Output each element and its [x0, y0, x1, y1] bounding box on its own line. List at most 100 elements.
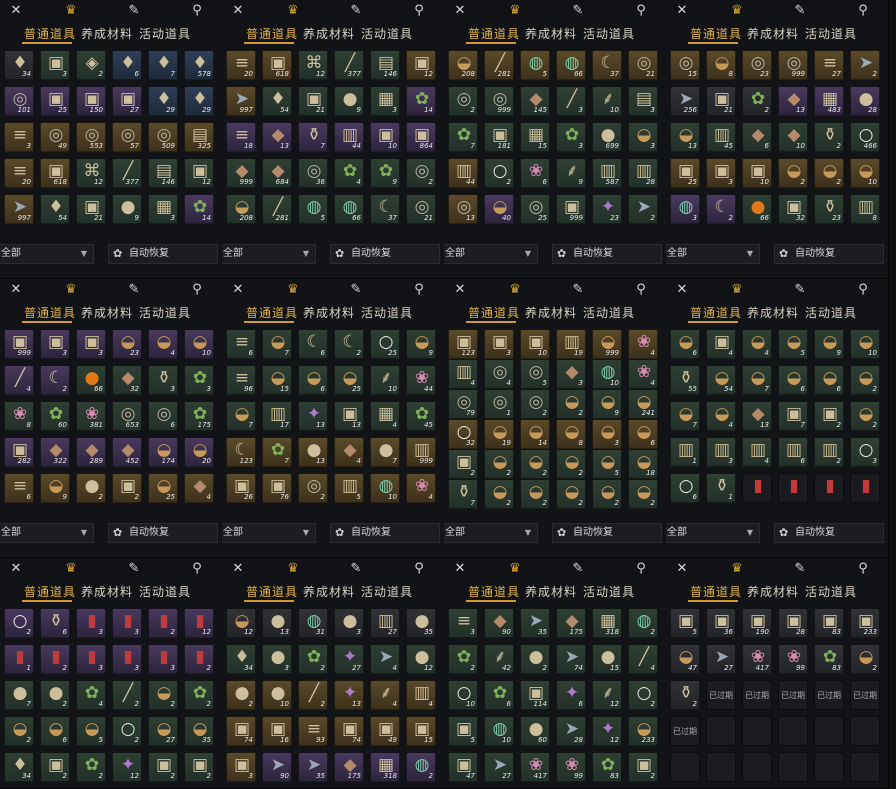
item-slot[interactable]: ◒ 6 — [670, 329, 700, 359]
scroll-brush-icon[interactable]: ✎ — [570, 3, 586, 19]
item-slot[interactable]: ● 10 — [262, 680, 292, 710]
item-slot[interactable]: ◎ 36 — [298, 158, 328, 188]
item-slot[interactable]: ◒ 15 — [262, 365, 292, 395]
item-slot[interactable]: ▦ 318 — [592, 608, 622, 638]
item-slot[interactable]: ➤ 4 — [370, 644, 400, 674]
scroll-brush-icon[interactable]: ✎ — [570, 282, 586, 298]
item-slot[interactable]: ♦ 7 — [148, 50, 178, 80]
item-slot[interactable]: ❀ 8 — [4, 401, 34, 431]
item-slot[interactable]: ● 35 — [406, 608, 436, 638]
item-slot[interactable]: ◎ 2 — [520, 389, 550, 419]
tab-3[interactable]: 活动道具 — [583, 22, 635, 46]
item-slot[interactable]: ❀ 6 — [520, 158, 550, 188]
item-slot[interactable]: ○ 2 — [112, 716, 142, 746]
item-slot[interactable]: ✿ 4 — [334, 158, 364, 188]
item-slot[interactable]: ◍ 66 — [556, 50, 586, 80]
item-slot[interactable]: ♦ 54 — [40, 194, 70, 224]
item-slot[interactable]: ● 7 — [370, 437, 400, 467]
item-slot[interactable]: ≡ 18 — [226, 122, 256, 152]
item-slot[interactable]: ▣ 2 — [112, 473, 142, 503]
item-slot[interactable]: ▮ — [742, 473, 772, 503]
item-slot[interactable]: ▣ 2 — [40, 752, 70, 782]
item-slot[interactable]: ❀ 99 — [778, 644, 808, 674]
item-slot[interactable]: 已过期 — [706, 680, 736, 710]
tab-2[interactable]: 养成材料 — [747, 580, 799, 604]
item-slot[interactable]: ◒ 208 — [226, 194, 256, 224]
item-slot[interactable]: ◒ 2 — [4, 716, 34, 746]
item-slot[interactable]: ≡ 20 — [226, 50, 256, 80]
item-slot[interactable]: ◒ 5 — [778, 329, 808, 359]
item-slot[interactable]: ◈ 2 — [76, 50, 106, 80]
item-slot[interactable]: ▣ 16 — [262, 716, 292, 746]
item-slot[interactable]: ▣ 864 — [406, 122, 436, 152]
item-slot[interactable]: ▣ 114 — [520, 680, 550, 710]
item-slot[interactable]: ○ 3 — [850, 437, 880, 467]
item-slot[interactable]: ▣ 2 — [448, 449, 478, 479]
item-slot[interactable]: ▥ 17 — [262, 401, 292, 431]
item-slot[interactable]: ⚱ 2 — [670, 680, 700, 710]
item-slot[interactable]: ● 15 — [592, 644, 622, 674]
coin-pouch-icon[interactable]: ♛ — [63, 561, 79, 577]
item-slot[interactable]: ◒ 9 — [814, 329, 844, 359]
coin-pouch-icon[interactable]: ♛ — [285, 282, 301, 298]
item-slot[interactable]: ◎ 6 — [148, 401, 178, 431]
item-slot[interactable]: ▣ 12 — [184, 158, 214, 188]
crossed-swords-icon[interactable]: ✕ — [452, 282, 468, 298]
item-slot[interactable]: ◒ 2 — [778, 158, 808, 188]
item-slot[interactable]: ▣ 999 — [556, 194, 586, 224]
item-slot[interactable]: ◒ 5 — [592, 449, 622, 479]
item-slot[interactable]: ⌘ 12 — [298, 50, 328, 80]
item-slot[interactable]: ◒ 25 — [334, 365, 364, 395]
item-slot[interactable]: ▦ 3 — [148, 194, 178, 224]
tab-2[interactable]: 养成材料 — [747, 301, 799, 325]
coin-pouch-icon[interactable]: ♛ — [63, 282, 79, 298]
coin-pouch-icon[interactable]: ♛ — [729, 282, 745, 298]
item-slot[interactable]: ▦ 483 — [814, 86, 844, 116]
item-slot[interactable]: ◒ 6 — [814, 365, 844, 395]
item-slot[interactable]: ▣ 76 — [262, 473, 292, 503]
item-slot[interactable]: ☾ 6 — [298, 329, 328, 359]
item-slot[interactable]: ✿ 3 — [556, 122, 586, 152]
item-slot[interactable]: ▣ 26 — [226, 473, 256, 503]
item-slot[interactable]: ▣ 4 — [706, 329, 736, 359]
keyhole-icon[interactable]: ⚲ — [189, 3, 205, 19]
item-slot[interactable]: ● 3 — [262, 644, 292, 674]
item-slot[interactable]: ▣ 3 — [40, 50, 70, 80]
item-slot[interactable]: ◎ 57 — [112, 122, 142, 152]
tab-3[interactable]: 活动道具 — [139, 301, 191, 325]
item-slot[interactable]: ▥ 587 — [592, 158, 622, 188]
item-slot[interactable]: ▣ 3 — [226, 752, 256, 782]
item-slot[interactable]: ☾ 2 — [334, 329, 364, 359]
item-slot[interactable]: ◒ 47 — [670, 644, 700, 674]
item-slot[interactable]: ▣ 74 — [334, 716, 364, 746]
item-slot[interactable]: ▦ 4 — [370, 401, 400, 431]
item-slot[interactable]: ✿ 4 — [76, 680, 106, 710]
item-slot[interactable]: ≡ 6 — [4, 473, 34, 503]
item-slot[interactable]: 已过期 — [742, 680, 772, 710]
item-slot[interactable]: ◒ 10 — [850, 158, 880, 188]
item-slot[interactable]: ◎ 25 — [520, 194, 550, 224]
item-slot[interactable]: ▣ 3 — [706, 158, 736, 188]
item-slot[interactable]: ♦ 29 — [148, 86, 178, 116]
auto-recover-button[interactable]: ✿ 自动恢复 — [330, 523, 440, 543]
item-slot[interactable]: ▤ 325 — [184, 122, 214, 152]
crossed-swords-icon[interactable]: ✕ — [674, 282, 690, 298]
item-slot[interactable]: ▣ 2 — [628, 752, 658, 782]
item-slot[interactable]: ✿ 2 — [76, 752, 106, 782]
tab-2[interactable]: 养成材料 — [303, 301, 355, 325]
item-slot[interactable]: ≡ 3 — [448, 608, 478, 638]
item-slot[interactable]: ◎ 21 — [628, 50, 658, 80]
item-slot[interactable]: ◆ 289 — [76, 437, 106, 467]
item-slot[interactable]: ☾ 37 — [370, 194, 400, 224]
item-slot[interactable]: ✿ 2 — [448, 644, 478, 674]
item-slot[interactable]: ◒ 2 — [592, 479, 622, 509]
item-slot[interactable]: ◎ 1 — [484, 389, 514, 419]
item-slot[interactable]: ≡ 27 — [814, 50, 844, 80]
item-slot[interactable]: ▥ 44 — [334, 122, 364, 152]
crossed-swords-icon[interactable]: ✕ — [674, 3, 690, 19]
item-slot[interactable]: ≡ 3 — [4, 122, 34, 152]
item-slot[interactable]: ◎ 2 — [298, 473, 328, 503]
item-slot[interactable]: ◎ 79 — [448, 389, 478, 419]
item-slot[interactable]: ▣ 25 — [670, 158, 700, 188]
item-slot[interactable]: ● 699 — [592, 122, 622, 152]
